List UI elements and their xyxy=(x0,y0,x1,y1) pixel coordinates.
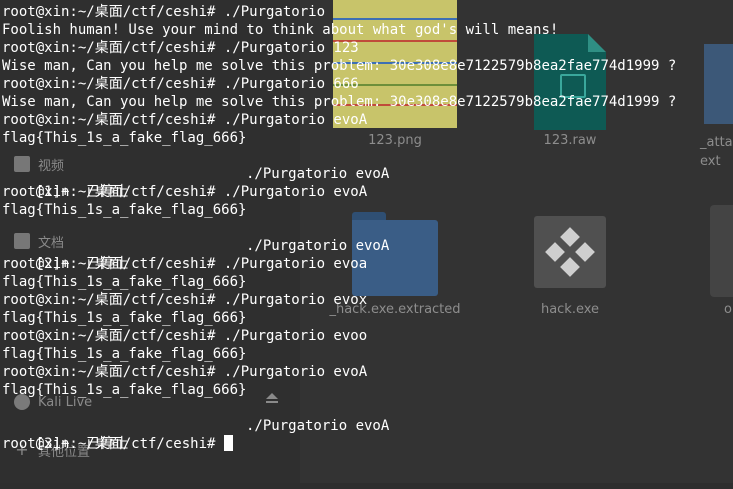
job-status-line: [2]+ 已停止 ./Purgatorio evoA xyxy=(2,237,390,272)
terminal-prompt-line[interactable]: root@xin:~/桌面/ctf/ceshi# xyxy=(2,435,233,453)
terminal-line: flag{This_1s_a_fake_flag_666} xyxy=(2,274,247,290)
terminal-line: root@xin:~/桌面/ctf/ceshi# ./Purgatorio ev… xyxy=(2,292,368,308)
job-status-line: [1]+ 已停止 ./Purgatorio evoA xyxy=(2,165,390,200)
terminal-prompt: root@xin:~/桌面/ctf/ceshi# xyxy=(2,436,224,452)
terminal-line: flag{This_1s_a_fake_flag_666} xyxy=(2,130,247,146)
text-cursor xyxy=(223,435,233,451)
job-status-line: [3]+ 已停止 ./Purgatorio evoA xyxy=(2,417,390,452)
terminal-line: flag{This_1s_a_fake_flag_666} xyxy=(2,346,247,362)
terminal-line: root@xin:~/桌面/ctf/ceshi# ./Purgatorio ev… xyxy=(2,364,368,380)
job-command: ./Purgatorio evoA xyxy=(246,238,390,254)
terminal-line: flag{This_1s_a_fake_flag_666} xyxy=(2,382,247,398)
terminal-line: root@xin:~/桌面/ctf/ceshi# ./Purgatorio 12… xyxy=(2,40,359,56)
terminal-line: root@xin:~/桌面/ctf/ceshi# ./Purgatorio xyxy=(2,4,326,20)
terminal-line: root@xin:~/桌面/ctf/ceshi# ./Purgatorio ev… xyxy=(2,328,368,344)
terminal-line: Foolish human! Use your mind to think ab… xyxy=(2,22,559,38)
terminal-line: flag{This_1s_a_fake_flag_666} xyxy=(2,310,247,326)
job-command: ./Purgatorio evoA xyxy=(246,166,390,182)
terminal-line: Wise man, Can you help me solve this pro… xyxy=(2,94,677,110)
terminal-line: root@xin:~/桌面/ctf/ceshi# ./Purgatorio ev… xyxy=(2,184,368,200)
terminal-line: root@xin:~/桌面/ctf/ceshi# ./Purgatorio ev… xyxy=(2,112,368,128)
terminal-line: root@xin:~/桌面/ctf/ceshi# ./Purgatorio ev… xyxy=(2,256,368,272)
terminal-line: Wise man, Can you help me solve this pro… xyxy=(2,58,677,74)
terminal-output[interactable]: root@xin:~/桌面/ctf/ceshi# ./Purgatorio Fo… xyxy=(0,0,733,483)
terminal-line: root@xin:~/桌面/ctf/ceshi# ./Purgatorio 66… xyxy=(2,76,359,92)
job-command: ./Purgatorio evoA xyxy=(246,418,390,434)
terminal-line: flag{This_1s_a_fake_flag_666} xyxy=(2,202,247,218)
